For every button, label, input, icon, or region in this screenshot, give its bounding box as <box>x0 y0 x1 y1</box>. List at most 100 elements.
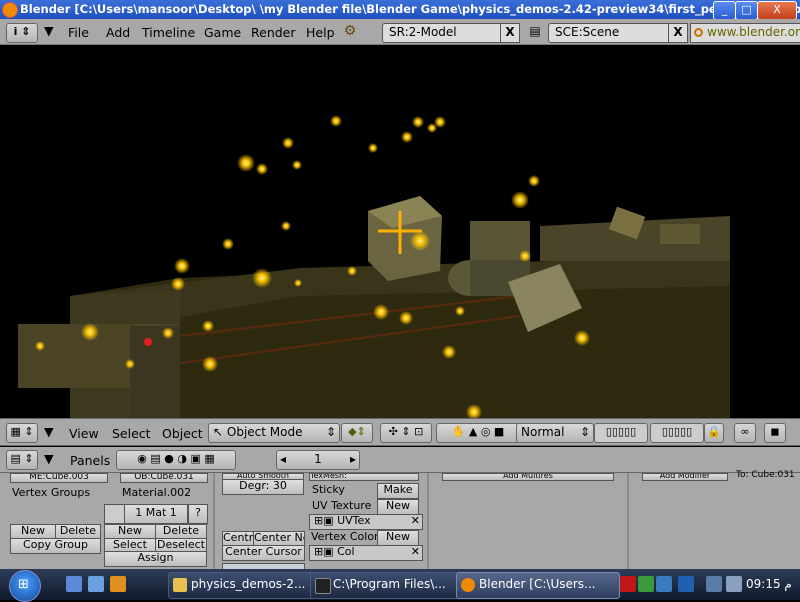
object-name-field[interactable]: OB:Cube.031 <box>120 473 208 483</box>
link-icon[interactable]: ∞ <box>734 423 756 443</box>
material-color-swatch[interactable] <box>104 504 126 524</box>
tray-network-icon[interactable] <box>678 576 694 592</box>
modifier-target-label: To: Cube.031 <box>736 470 795 480</box>
layer-buttons-2[interactable]: ▯▯▯▯▯ <box>650 423 704 443</box>
sticky-make-button[interactable]: Make <box>377 483 419 499</box>
manipulator-buttons[interactable]: ✋ ▲ ◎ ■ <box>436 423 520 443</box>
url-text: www.blender.org <box>707 25 800 39</box>
console-icon <box>315 578 331 594</box>
draw-type-dropdown[interactable]: ◆⇕ <box>341 423 373 443</box>
orientation-dropdown[interactable]: Normal ⇕ <box>516 423 594 443</box>
menu-timeline[interactable]: Timeline <box>142 25 195 40</box>
menu-select[interactable]: Select <box>112 426 151 441</box>
delete-screen-button[interactable]: X <box>500 23 520 43</box>
updown-arrow-icon: ⇕ <box>325 425 336 439</box>
manipulator-icon: ✋ ▲ ◎ ■ <box>451 425 505 438</box>
vertex-color-label: Vertex Color <box>311 530 379 543</box>
editor-type-button[interactable]: ▦ ⇕ <box>6 423 38 443</box>
delete-scene-button[interactable]: X <box>668 23 688 43</box>
remove-layer-icon[interactable]: ✕ <box>411 546 420 558</box>
crate <box>660 224 700 244</box>
solid-sphere-icon: ◆⇕ <box>348 425 366 438</box>
render-icon[interactable]: ◼ <box>764 423 786 443</box>
tray-k-icon[interactable] <box>620 576 636 592</box>
menu-panels[interactable]: Panels <box>70 453 110 468</box>
show-desktop-icon[interactable] <box>66 576 82 592</box>
material-slot-value: 1 Mat 1 <box>135 506 177 519</box>
start-button[interactable]: ⊞ <box>9 570 41 602</box>
game-scene-render <box>18 115 730 418</box>
vertex-groups-label: Vertex Groups <box>12 486 91 499</box>
center-cursor-button[interactable]: Center Cursor <box>222 545 305 561</box>
add-multires-button[interactable]: Add Multires <box>442 473 614 481</box>
context-icons: ◉ ▤ ● ◑ ▣ ▦ <box>137 452 215 465</box>
task-label: physics_demos-2... <box>191 577 306 591</box>
context-buttons[interactable]: ◉ ▤ ● ◑ ▣ ▦ <box>116 450 236 470</box>
collapse-menu-arrow-icon[interactable]: ▼ <box>44 424 54 439</box>
taskbar: ⊞ physics_demos-2... C:\Program Files\..… <box>0 569 800 602</box>
collapse-menu-arrow-icon[interactable]: ▼ <box>44 23 54 38</box>
layer-buttons-1[interactable]: ▯▯▯▯▯ <box>594 423 648 443</box>
taskbar-task-cmd[interactable]: C:\Program Files\... <box>310 572 472 599</box>
uvtex-layer-row[interactable]: ⊞▣ UVTex ✕ <box>309 514 423 530</box>
uvtex-name: UVTex <box>337 514 371 527</box>
scene-name-field[interactable]: SCE:Scene <box>548 23 676 43</box>
arrow-left-icon: ◂ <box>280 452 287 466</box>
material-slot-field[interactable]: 1 Mat 1 <box>124 504 188 524</box>
mode-value: Object Mode <box>226 425 303 439</box>
minimize-button[interactable]: _ <box>713 1 736 20</box>
screen-browse-icon[interactable]: ⚙ <box>340 23 360 41</box>
lock-icon[interactable]: 🔒 <box>704 423 724 443</box>
editor-type-button[interactable]: i ⇕ <box>6 23 38 43</box>
maximize-button[interactable]: □ <box>735 1 758 20</box>
editor-type-button[interactable]: ▤ ⇕ <box>6 450 38 470</box>
mode-dropdown[interactable]: ↖ Object Mode ⇕ <box>208 423 340 443</box>
system-clock[interactable]: 09:15 م <box>746 577 792 591</box>
texmesh-field[interactable]: TexMesh: <box>309 473 419 481</box>
tray-monitor-icon[interactable] <box>706 576 722 592</box>
menu-view[interactable]: View <box>69 426 99 441</box>
collapse-menu-arrow-icon[interactable]: ▼ <box>44 451 54 466</box>
material-help-button[interactable]: ? <box>188 504 208 524</box>
add-modifier-button[interactable]: Add Modifier <box>642 473 728 481</box>
uv-texture-new-button[interactable]: New <box>377 499 419 515</box>
target-marker <box>144 338 152 346</box>
orientation-value: Normal <box>521 425 565 439</box>
screen-name-field[interactable]: SR:2-Model <box>382 23 508 43</box>
folder-icon <box>173 578 187 592</box>
scene-browse-icon[interactable]: ▤ <box>526 23 544 41</box>
menu-add[interactable]: Add <box>106 25 130 40</box>
close-button[interactable]: X <box>757 1 797 20</box>
info-icon: i ⇕ <box>13 25 31 38</box>
media-player-icon[interactable] <box>110 576 126 592</box>
material-assign-button[interactable]: Assign <box>104 551 207 567</box>
buttons-window-icon: ▤ ⇕ <box>10 452 34 465</box>
tray-xfire-icon[interactable] <box>656 576 672 592</box>
tray-volume-icon[interactable] <box>726 576 742 592</box>
copy-group-button[interactable]: Copy Group <box>10 538 101 554</box>
pivot-buttons[interactable]: ✣ ⇕ ⊡ <box>380 423 432 443</box>
vertex-color-new-button[interactable]: New <box>377 530 419 546</box>
window-title-bar[interactable]: Blender [C:\Users\mansoor\Desktop\ \my B… <box>0 0 800 20</box>
updown-arrow-icon: ⇕ <box>579 425 590 439</box>
frame-number-field[interactable]: ◂ 1 ▸ <box>276 450 360 470</box>
taskbar-task-folder[interactable]: physics_demos-2... <box>168 572 328 599</box>
menu-render[interactable]: Render <box>251 25 296 40</box>
taskbar-task-blender[interactable]: Blender [C:\Users... <box>456 572 620 599</box>
menu-object[interactable]: Object <box>162 426 203 441</box>
switch-windows-icon[interactable] <box>88 576 104 592</box>
mesh-name-field[interactable]: ME:Cube.003 <box>10 473 108 483</box>
degr-field[interactable]: Degr: 30 <box>222 479 304 495</box>
3d-viewport[interactable] <box>0 46 800 418</box>
buttons-panels: ME:Cube.003 OB:Cube.031 Vertex Groups Ma… <box>0 470 800 571</box>
menu-game[interactable]: Game <box>204 25 241 40</box>
menu-file[interactable]: File <box>68 25 89 40</box>
tray-app-icon[interactable] <box>638 576 654 592</box>
remove-layer-icon[interactable]: ✕ <box>411 515 420 527</box>
frame-value: 1 <box>314 452 322 466</box>
task-label: Blender [C:\Users... <box>479 577 596 591</box>
windows-logo-icon: ⊞ <box>18 577 29 592</box>
menu-help[interactable]: Help <box>306 25 335 40</box>
col-layer-row[interactable]: ⊞▣ Col ✕ <box>309 545 423 561</box>
blender-website-link[interactable]: www.blender.org <box>690 23 800 43</box>
